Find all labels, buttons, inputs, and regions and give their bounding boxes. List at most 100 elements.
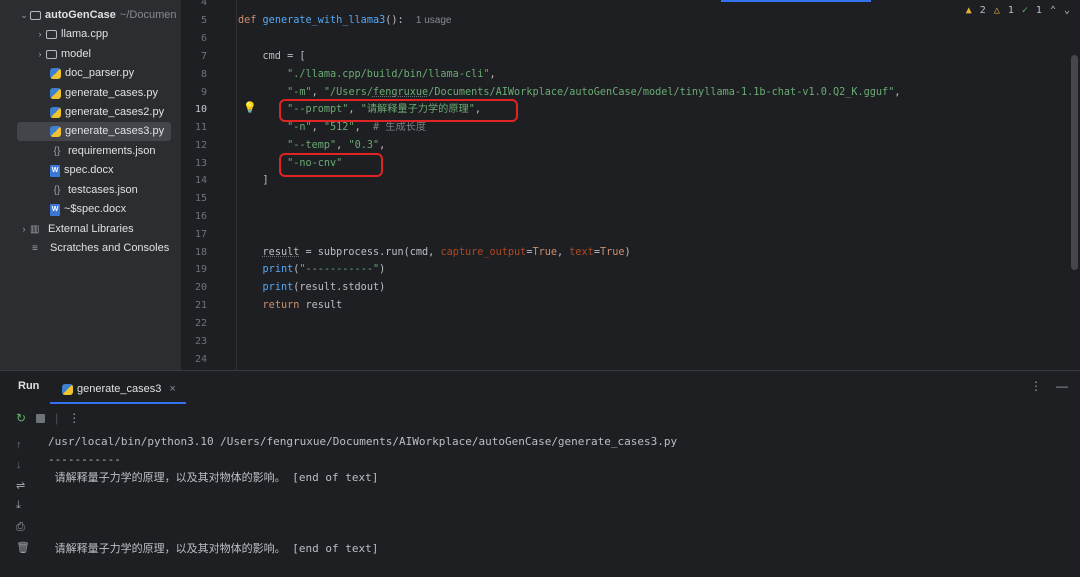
tree-item-label: generate_cases.py: [65, 87, 158, 99]
arrow-up-icon[interactable]: ↑: [16, 439, 22, 451]
soft-wrap-icon[interactable]: ⇌: [16, 479, 25, 492]
warning-count-b: 1: [1007, 5, 1014, 16]
code-token: /Documents/AIWorkplace/autoGenCase/model…: [428, 87, 895, 98]
tree-item-temp-spec-docx[interactable]: W ~$spec.docx: [0, 200, 181, 219]
tree-item-requirements-json[interactable]: {} requirements.json: [0, 142, 181, 161]
print-icon[interactable]: ⎙: [16, 521, 25, 534]
code-comment: # 生成长度: [372, 122, 427, 133]
code-line-8: "./llama.cpp/build/bin/llama-cli",: [287, 69, 496, 80]
console-line: -----------: [48, 453, 121, 466]
folder-icon: [46, 50, 57, 59]
tree-item-label: generate_cases3.py: [65, 125, 165, 137]
code-line-20: print(result.stdout): [238, 279, 386, 297]
json-file-icon: {}: [53, 145, 61, 157]
trash-icon[interactable]: 🗑: [16, 541, 30, 554]
tree-root-autogencase[interactable]: ⌄ autoGenCase ~/Documen: [0, 6, 181, 25]
console-line: /usr/local/bin/python3.10 /Users/fengrux…: [48, 435, 678, 448]
line-number: 20: [194, 282, 207, 293]
chevron-up-icon[interactable]: ⌃: [1050, 5, 1056, 16]
code-token: "0.3": [348, 140, 380, 151]
code-token: (result.stdout): [293, 282, 386, 293]
tree-item-llama-cpp[interactable]: › llama.cpp: [0, 25, 181, 44]
run-toolbar: ↻ | ⋮: [0, 405, 1080, 431]
code-token: "-----------": [299, 264, 380, 275]
code-token: "-n": [287, 122, 312, 133]
python-file-icon: [62, 383, 73, 395]
tree-item-label: llama.cpp: [61, 28, 109, 40]
code-line-7: cmd = [: [238, 51, 306, 62]
gutter-separator: [236, 0, 237, 370]
chevron-down-icon[interactable]: ⌄: [1064, 5, 1070, 16]
folder-icon: [46, 30, 57, 39]
line-number: 22: [194, 318, 207, 329]
stop-icon[interactable]: [36, 413, 46, 423]
code-line-5: def generate_with_llama3(): 1 usage: [238, 12, 452, 30]
toolbar-divider: |: [55, 411, 59, 425]
inspection-widget[interactable]: ▲ 2 △ 1 ✓ 1 ⌃ ⌄: [966, 5, 1070, 16]
tree-item-label: spec.docx: [64, 164, 114, 176]
tree-item-label: model: [61, 48, 91, 60]
code-token: text: [569, 247, 594, 258]
line-number: 9: [200, 87, 207, 98]
check-icon: ✓: [1021, 5, 1028, 16]
minimize-icon[interactable]: —: [1056, 379, 1068, 393]
code-token: "-m": [287, 87, 312, 98]
code-token: "512": [323, 122, 355, 133]
tree-item-label: requirements.json: [68, 145, 156, 157]
line-number: 15: [194, 193, 207, 204]
docx-file-icon: W: [50, 164, 60, 177]
close-icon[interactable]: ×: [169, 383, 175, 395]
tree-item-generate-cases3[interactable]: generate_cases3.py: [17, 122, 171, 141]
code-editor[interactable]: 4 5 6 7 8 9 10 11 12 13 14 15 16 17 18 1…: [181, 0, 1080, 370]
folder-icon: [30, 11, 41, 20]
chevron-right-icon[interactable]: ›: [34, 25, 46, 44]
run-tab-generate-cases3[interactable]: generate_cases3 ×: [50, 376, 186, 402]
usage-hint[interactable]: 1 usage: [416, 15, 452, 26]
python-file-icon: [50, 88, 61, 99]
line-number: 18: [194, 247, 207, 258]
tree-item-spec-docx[interactable]: W spec.docx: [0, 161, 181, 180]
run-tab-underline: [50, 402, 186, 404]
tree-item-label: doc_parser.py: [65, 67, 135, 79]
editor-scrollbar[interactable]: [1071, 55, 1078, 270]
console-output[interactable]: /usr/local/bin/python3.10 /Users/fengrux…: [48, 433, 1068, 577]
arrow-down-icon[interactable]: ↓: [16, 459, 22, 471]
code-token: "./llama.cpp/build/bin/llama-cli": [287, 69, 490, 80]
rerun-icon[interactable]: ↻: [16, 411, 26, 425]
code-token: True: [599, 247, 625, 258]
tree-item-scratches[interactable]: ≡ Scratches and Consoles: [0, 239, 181, 258]
code-line-19: print("-----------"): [262, 264, 386, 275]
code-token: "--temp": [287, 140, 337, 151]
tree-item-generate-cases[interactable]: generate_cases.py: [0, 84, 181, 103]
more-options-icon[interactable]: ⋮: [1030, 379, 1042, 393]
run-side-toolbar: ↑ ↓ ⇌ ⤓ ⎙ 🗑: [0, 433, 38, 577]
more-options-icon[interactable]: ⋮: [68, 411, 80, 425]
line-number: 12: [194, 140, 207, 151]
python-file-icon: [50, 107, 61, 118]
line-number: 21: [194, 300, 207, 311]
root-path-label: ~/Documen: [119, 9, 177, 21]
scroll-to-end-icon[interactable]: ⤓: [16, 499, 21, 512]
chevron-right-icon[interactable]: ›: [18, 220, 30, 239]
run-panel-actions: ⋮ —: [1030, 379, 1068, 393]
run-header: Run generate_cases3 × ⋮ —: [0, 371, 1080, 404]
tree-item-external-libraries[interactable]: › ▥ External Libraries: [0, 220, 181, 239]
json-file-icon: {}: [53, 184, 61, 196]
chevron-right-icon[interactable]: ›: [34, 45, 46, 64]
scratches-icon: ≡: [32, 242, 38, 254]
tree-item-model[interactable]: › model: [0, 45, 181, 64]
tree-item-doc-parser[interactable]: doc_parser.py: [0, 64, 181, 83]
line-number-current: 10: [194, 104, 207, 115]
line-number: 6: [200, 33, 207, 44]
chevron-down-icon[interactable]: ⌄: [18, 6, 30, 25]
code-token: return: [262, 300, 300, 311]
code-line-18: result = subprocess.run(cmd, capture_out…: [262, 247, 631, 258]
code-token: ():: [385, 15, 404, 26]
tree-item-generate-cases2[interactable]: generate_cases2.py: [0, 103, 181, 122]
line-number: 13: [194, 158, 207, 169]
code-token: True: [532, 247, 557, 258]
code-token: = subprocess.run(cmd,: [299, 247, 441, 258]
code-token: fengruxue: [372, 87, 429, 98]
tree-item-testcases-json[interactable]: {} testcases.json: [0, 181, 181, 200]
code-token: generate_with_llama3: [262, 15, 386, 26]
